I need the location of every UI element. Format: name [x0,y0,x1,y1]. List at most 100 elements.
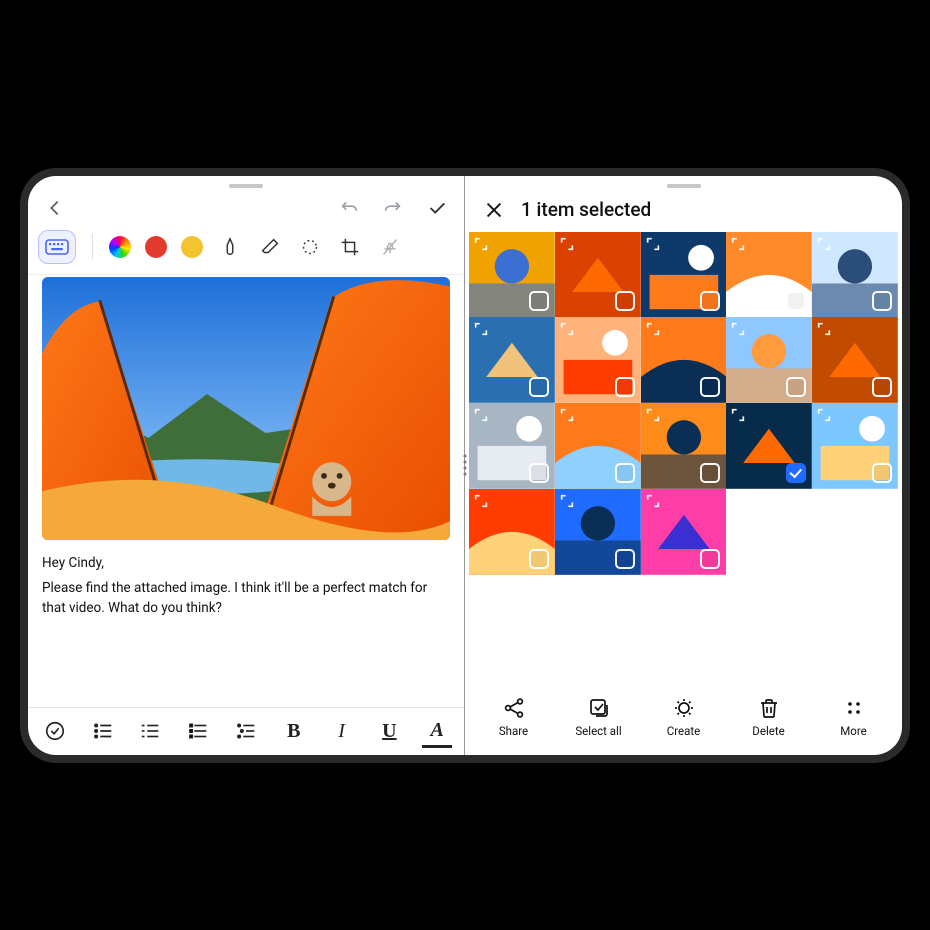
gallery-thumbnail[interactable] [469,317,555,403]
gallery-thumbnail[interactable] [469,232,555,318]
expand-icon [473,493,489,509]
thumbnail-checkbox[interactable] [786,291,806,311]
more-label: More [840,724,867,738]
notes-topbar [28,192,464,222]
expand-icon [559,236,575,252]
thumbnail-checkbox[interactable] [615,377,635,397]
thumbnail-checkbox[interactable] [700,377,720,397]
thumbnail-checkbox[interactable] [700,463,720,483]
thumbnail-checkbox[interactable] [700,549,720,569]
tablet-device: Hey Cindy, Please find the attached imag… [20,168,910,763]
thumbnail-checkbox[interactable] [529,377,549,397]
eraser-tool[interactable] [257,234,283,260]
create-label: Create [667,724,701,738]
gallery-thumbnail[interactable] [726,232,812,318]
back-button[interactable] [42,195,68,221]
expand-icon [559,321,575,337]
separator [92,234,93,260]
bold-button[interactable]: B [279,714,309,748]
checklist-button[interactable] [40,714,70,748]
text-format-toolbar: B I U A [28,707,464,755]
create-button[interactable]: Create [648,696,720,738]
redo-button[interactable] [380,195,406,221]
gallery-thumbnail[interactable] [812,403,898,489]
gallery-bottom-toolbar: Share Select all Create Delete More [465,685,902,755]
thumbnail-checkbox[interactable] [529,291,549,311]
thumbnail-checkbox[interactable] [786,377,806,397]
thumbnail-checkbox[interactable] [872,291,892,311]
color-red[interactable] [145,236,167,258]
gallery-thumbnail[interactable] [641,317,727,403]
thumbnail-checkbox[interactable] [786,463,806,483]
thumbnail-checkbox[interactable] [872,463,892,483]
confirm-button[interactable] [424,195,450,221]
note-greeting: Hey Cindy, [42,554,450,574]
color-yellow[interactable] [181,236,203,258]
gallery-thumbnail[interactable] [726,317,812,403]
close-button[interactable] [481,197,507,223]
lasso-select-tool[interactable] [297,234,323,260]
note-editor-body[interactable]: Hey Cindy, Please find the attached imag… [28,275,464,707]
window-drag-handle[interactable] [229,184,263,188]
disable-input-tool[interactable] [377,234,403,260]
expand-icon [473,236,489,252]
expand-icon [559,407,575,423]
split-screen: Hey Cindy, Please find the attached imag… [28,176,902,755]
thumbnail-checkbox[interactable] [615,549,635,569]
expand-icon [473,321,489,337]
delete-label: Delete [752,724,784,738]
gallery-thumbnail[interactable] [555,489,641,575]
note-attached-image[interactable] [42,277,450,540]
note-text-area[interactable]: Hey Cindy, Please find the attached imag… [42,554,450,619]
lined-list-button[interactable] [183,714,213,748]
selection-count-title: 1 item selected [521,198,651,221]
gallery-grid [465,228,902,575]
expand-icon [645,321,661,337]
gallery-thumbnail[interactable] [641,403,727,489]
select-all-label: Select all [575,724,621,738]
gallery-thumbnail[interactable] [555,232,641,318]
bulleted-list-button[interactable] [136,714,166,748]
expand-icon [730,407,746,423]
expand-icon [645,493,661,509]
gallery-thumbnail[interactable] [812,317,898,403]
window-drag-handle[interactable] [667,184,701,188]
indent-list-button[interactable] [231,714,261,748]
italic-button[interactable]: I [327,714,357,748]
gallery-thumbnail[interactable] [469,403,555,489]
thumbnail-checkbox[interactable] [529,463,549,483]
color-palette-button[interactable] [109,236,131,258]
thumbnail-checkbox[interactable] [529,549,549,569]
expand-icon [730,236,746,252]
gallery-thumbnail[interactable] [641,489,727,575]
underline-button[interactable]: U [374,714,404,748]
expand-icon [645,407,661,423]
thumbnail-checkbox[interactable] [615,463,635,483]
expand-icon [816,407,832,423]
thumbnail-checkbox[interactable] [700,291,720,311]
undo-button[interactable] [336,195,362,221]
expand-icon [645,236,661,252]
note-body-text: Please find the attached image. I think … [42,579,450,618]
highlight-button[interactable]: A [422,714,452,748]
gallery-thumbnail[interactable] [555,317,641,403]
more-button[interactable]: More [818,696,890,738]
hinge-indicator [464,455,467,476]
expand-icon [473,407,489,423]
keyboard-tool[interactable] [38,230,76,264]
gallery-thumbnail[interactable] [555,403,641,489]
pen-tool[interactable] [217,234,243,260]
gallery-thumbnail[interactable] [726,403,812,489]
share-button[interactable]: Share [478,696,550,738]
numbered-list-button[interactable] [88,714,118,748]
gallery-thumbnail[interactable] [469,489,555,575]
crop-tool[interactable] [337,234,363,260]
gallery-header: 1 item selected [465,192,902,228]
gallery-thumbnail[interactable] [641,232,727,318]
gallery-thumbnail[interactable] [812,232,898,318]
notes-app-pane: Hey Cindy, Please find the attached imag… [28,176,465,755]
select-all-button[interactable]: Select all [563,696,635,738]
thumbnail-checkbox[interactable] [872,377,892,397]
thumbnail-checkbox[interactable] [615,291,635,311]
delete-button[interactable]: Delete [733,696,805,738]
